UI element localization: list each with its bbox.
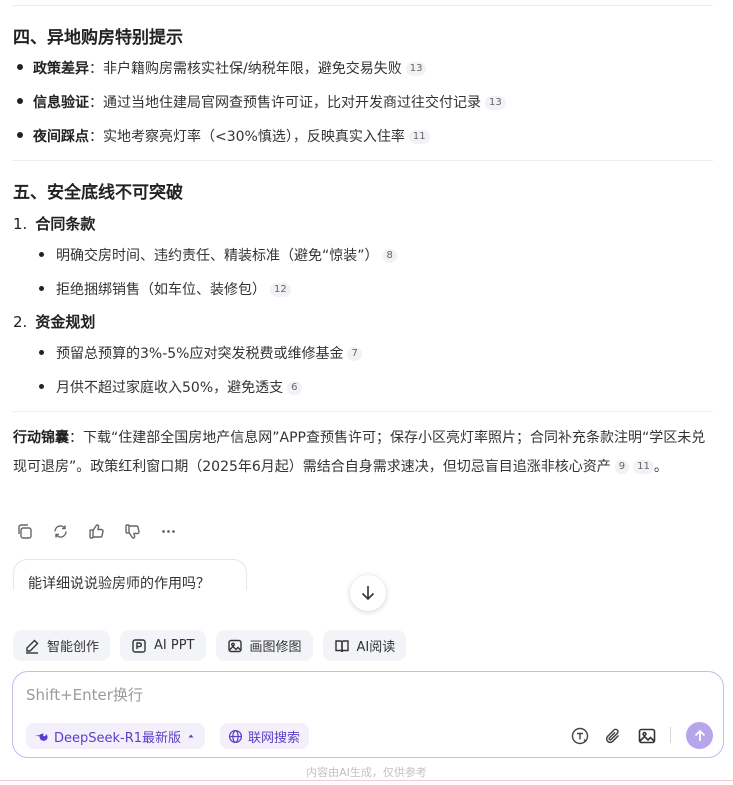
list-item: 夜间踩点：实地考察亮灯率（<30%慎选），反映真实入住率 11	[17, 126, 430, 146]
top-divider	[13, 5, 713, 6]
reader-icon	[334, 639, 349, 652]
item-text: 明确交房时间、违约责任、精装标准（避免“惊装”）	[56, 248, 379, 264]
tool-label: 画图修图	[249, 640, 302, 655]
numbered-heading: 1. 合同条款	[13, 213, 95, 234]
list-item: 政策差异：非户籍购房需核实社保/纳税年限，避免交易失败 13	[17, 58, 427, 78]
action-end: 。	[653, 459, 668, 475]
list-item: 月供不超过家庭收入50%，避免透支 6	[39, 377, 302, 397]
group-title: 合同条款	[35, 215, 96, 233]
tool-image-edit[interactable]: 画图修图	[215, 630, 313, 661]
section5-heading: 五、安全底线不可突破	[13, 183, 183, 203]
image-edit-icon	[227, 639, 242, 652]
copy-icon[interactable]	[15, 522, 33, 540]
citation-badge[interactable]: 13	[405, 62, 427, 76]
bullet-icon	[39, 251, 44, 257]
list-number: 1.	[13, 215, 28, 233]
bullet-icon	[17, 132, 23, 138]
chat-input-box: DeepSeek-R1最新版 联网搜索	[12, 671, 724, 758]
model-selector[interactable]: DeepSeek-R1最新版	[26, 723, 206, 749]
web-search-label: 联网搜索	[248, 730, 301, 746]
item-text: 拒绝捆绑销售（如车位、装修包）	[56, 282, 266, 298]
citation-badge[interactable]: 11	[633, 460, 654, 474]
section4-heading: 四、异地购房特别提示	[13, 28, 183, 48]
tool-bar: 智能创作 AI PPT 画图修图 AI阅读	[13, 630, 407, 661]
web-search-toggle[interactable]: 联网搜索	[220, 723, 310, 749]
globe-icon	[228, 729, 243, 743]
tool-ai-ppt[interactable]: AI PPT	[120, 630, 206, 661]
list-item: 预留总预算的3%-5%应对突发税费或维修基金 7	[39, 343, 362, 363]
item-text: 预留总预算的3%-5%应对突发税费或维修基金	[56, 346, 344, 362]
send-button[interactable]	[686, 722, 713, 749]
text-format-icon[interactable]	[569, 725, 591, 747]
chat-input[interactable]	[26, 686, 706, 704]
item-label: 政策差异	[33, 61, 89, 77]
attachment-icon[interactable]	[602, 725, 624, 747]
scroll-down-button[interactable]	[350, 575, 386, 611]
model-label: DeepSeek-R1最新版	[54, 730, 182, 746]
citation-badge[interactable]: 6	[287, 381, 302, 395]
ppt-icon	[132, 638, 146, 653]
pen-icon	[26, 639, 39, 654]
footer-line	[0, 780, 733, 781]
arrow-down-icon	[361, 586, 375, 601]
tool-ai-reader[interactable]: AI阅读	[322, 630, 407, 661]
toolbar-separator	[670, 727, 671, 743]
numbered-heading: 2. 资金规划	[13, 311, 95, 332]
deepseek-whale-icon	[35, 733, 48, 741]
citation-badge[interactable]: 13	[485, 96, 506, 110]
list-item: 信息验证：通过当地住建局官网查预售许可证，比对开发商过往交付记录 13	[17, 92, 506, 112]
citation-badge[interactable]: 12	[270, 283, 291, 297]
list-number: 2.	[13, 313, 28, 331]
regenerate-icon[interactable]	[51, 522, 69, 540]
citation-badge[interactable]: 7	[347, 347, 362, 361]
thumbs-down-icon[interactable]	[123, 522, 141, 540]
item-label: 信息验证	[33, 95, 89, 111]
thumbs-up-icon[interactable]	[87, 522, 105, 540]
citation-badge[interactable]: 9	[614, 460, 630, 474]
action-text: ：下载“住建部全国房地产信息网”APP查预售许可；保存小区亮灯率照片；合同补充条…	[13, 430, 706, 475]
group-title: 资金规划	[35, 313, 96, 331]
action-label: 行动锦囊	[13, 430, 69, 446]
tool-label: AI阅读	[356, 640, 396, 655]
item-text: ：非户籍购房需核实社保/纳税年限，避免交易失败	[89, 61, 402, 77]
image-upload-icon[interactable]	[636, 725, 658, 747]
section-divider	[13, 160, 713, 161]
list-item: 明确交房时间、违约责任、精装标准（避免“惊装”） 8	[39, 245, 397, 265]
more-icon[interactable]	[159, 522, 177, 540]
bullet-icon	[17, 64, 23, 70]
item-label: 夜间踩点	[33, 129, 89, 145]
citation-badge[interactable]: 8	[382, 249, 397, 263]
item-text: ：通过当地住建局官网查预售许可证，比对开发商过往交付记录	[89, 95, 481, 111]
bullet-icon	[39, 349, 44, 355]
action-paragraph: 行动锦囊：下载“住建部全国房地产信息网”APP查预售许可；保存小区亮灯率照片；合…	[13, 424, 718, 482]
arrow-up-icon	[694, 729, 705, 741]
tool-label: AI PPT	[154, 638, 195, 653]
item-text: ：实地考察亮灯率（<30%慎选），反映真实入住率	[89, 129, 405, 145]
tool-smart-writing[interactable]: 智能创作	[13, 630, 111, 661]
message-actions	[15, 520, 177, 542]
section-divider	[13, 411, 713, 412]
tool-label: 智能创作	[47, 640, 100, 655]
bullet-icon	[39, 383, 44, 389]
citation-badge[interactable]: 11	[408, 130, 430, 144]
bullet-icon	[17, 98, 23, 104]
caret-up-icon	[188, 734, 194, 738]
disclaimer-text: 内容由AI生成，仅供参考	[306, 766, 427, 779]
list-item: 拒绝捆绑销售（如车位、装修包） 12	[39, 279, 291, 299]
bullet-icon	[39, 285, 44, 291]
item-text: 月供不超过家庭收入50%，避免透支	[56, 380, 284, 396]
